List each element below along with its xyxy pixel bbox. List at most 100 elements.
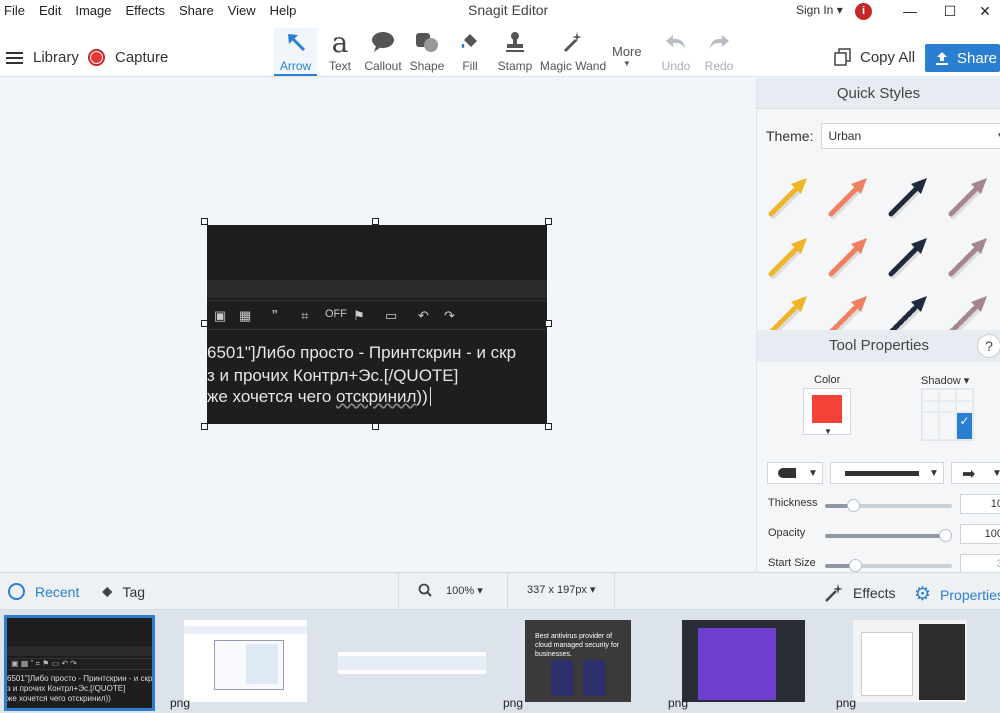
share-button[interactable]: Share	[925, 44, 1000, 72]
shadow-cell[interactable]	[922, 400, 939, 413]
tool-magic-wand[interactable]: Magic Wand	[538, 28, 608, 76]
opacity-slider[interactable]	[825, 529, 952, 542]
tool-callout[interactable]: Callout	[362, 28, 404, 76]
dimensions-control[interactable]: 337 x 197px ▾	[527, 583, 596, 596]
shadow-cell[interactable]	[939, 412, 956, 440]
arrow-start-style-dropdown[interactable]: ▼	[767, 462, 823, 484]
quick-style-arrow[interactable]	[945, 234, 995, 284]
resize-handle[interactable]	[545, 423, 552, 430]
tray-thumbnail[interactable]	[682, 620, 805, 702]
slider-knob[interactable]	[939, 529, 952, 542]
quick-style-arrow[interactable]	[765, 234, 815, 284]
tool-shape[interactable]: Shape	[407, 28, 447, 76]
shadow-cell[interactable]	[922, 389, 939, 401]
shadow-cell[interactable]	[939, 400, 956, 413]
theme-label: Theme:	[766, 128, 814, 144]
resize-handle[interactable]	[201, 218, 208, 225]
slider-knob[interactable]	[847, 499, 860, 512]
menu-share[interactable]: Share	[179, 3, 214, 18]
menu-effects[interactable]: Effects	[126, 3, 166, 18]
shadow-direction-grid[interactable]: ✓	[921, 388, 974, 441]
shadow-cell[interactable]	[956, 400, 973, 413]
share-label: Share	[957, 49, 998, 67]
image-band	[207, 280, 547, 298]
tray-thumbnail[interactable]	[338, 652, 486, 674]
menu-help[interactable]: Help	[270, 3, 297, 18]
resize-handle[interactable]	[545, 218, 552, 225]
tool-label: Callout	[364, 59, 402, 73]
quick-style-arrow[interactable]	[825, 174, 875, 224]
quick-style-arrow[interactable]	[945, 174, 995, 224]
quick-style-arrow[interactable]	[765, 174, 815, 224]
arrow-head-icon: ➡	[962, 466, 976, 483]
thumb-text: з и прочих Контрл+Эс.[/QUOTE]	[7, 684, 126, 693]
thumb-sidebar	[919, 624, 965, 700]
check-icon[interactable]: ✓	[956, 412, 973, 440]
menu-image[interactable]: Image	[75, 3, 111, 18]
properties-label: Properties	[940, 586, 1000, 603]
effects-button[interactable]: Effects	[824, 583, 896, 603]
tray-thumbnail[interactable]: Best antivirus provider of cloud managed…	[525, 620, 631, 702]
more-button[interactable]: More ▼	[612, 44, 642, 68]
zoom-control[interactable]: 100% ▾	[418, 583, 483, 597]
slider-knob[interactable]	[849, 559, 862, 572]
redo-button[interactable]: Redo	[700, 28, 738, 76]
capture-button[interactable]: Capture	[88, 49, 168, 66]
quick-style-arrow[interactable]	[885, 234, 935, 284]
start-size-input[interactable]: 3	[960, 554, 1000, 572]
thumb-card	[551, 660, 573, 696]
copy-all-button[interactable]: Copy All	[834, 48, 915, 66]
undo-icon: ↶	[418, 308, 429, 323]
redo-icon	[700, 28, 738, 56]
resize-handle[interactable]	[201, 423, 208, 430]
properties-panel: Quick Styles Theme: Urban ▼ Tool Propert…	[756, 78, 1000, 572]
start-size-slider[interactable]	[825, 559, 952, 572]
tool-text[interactable]: a Text	[322, 26, 358, 76]
tray-thumbnail-selected[interactable]: ▣ ▦ ” ⌗ ⚑ ▭ ↶ ↷ 6501"]Либо просто - Прин…	[4, 615, 155, 711]
quick-style-arrow[interactable]	[885, 174, 935, 224]
help-button[interactable]: ?	[977, 334, 1000, 358]
menu-view[interactable]: View	[228, 3, 256, 18]
resize-handle[interactable]	[545, 320, 552, 327]
shadow-label[interactable]: Shadow ▾	[921, 374, 969, 387]
resize-handle[interactable]	[372, 423, 379, 430]
library-button[interactable]: Library	[6, 49, 79, 66]
info-icon[interactable]: i	[855, 3, 872, 20]
tool-fill[interactable]: Fill	[452, 28, 488, 76]
line-style-dropdown[interactable]: ▼	[830, 462, 944, 484]
shadow-cell[interactable]	[939, 389, 956, 401]
tool-label: Stamp	[497, 59, 533, 73]
thickness-input[interactable]: 10	[960, 494, 1000, 514]
resize-handle[interactable]	[201, 320, 208, 327]
quote-icon: ”	[272, 308, 278, 325]
menu-file[interactable]: File	[4, 3, 25, 18]
captured-image[interactable]: ▣ ▦ ” ⌗ OFF ⚑ ▭ ↶ ↷ 6501"]Либо просто - …	[207, 225, 547, 424]
recent-button[interactable]: Recent	[8, 583, 79, 600]
quote-text: же хочется чего	[207, 387, 337, 406]
minimize-button[interactable]: —	[890, 0, 930, 22]
properties-button[interactable]: ⚙ Properties	[914, 583, 1000, 606]
resize-handle[interactable]	[372, 218, 379, 225]
arrow-end-style-dropdown[interactable]: ➡ ▼	[951, 462, 1000, 484]
theme-select[interactable]: Urban ▼	[821, 123, 1000, 149]
opacity-input[interactable]: 100	[960, 524, 1000, 544]
color-picker[interactable]: ▼	[803, 388, 851, 436]
tool-stamp[interactable]: Stamp	[494, 28, 536, 76]
tray-thumbnail[interactable]	[184, 620, 307, 702]
tag-button[interactable]: ⬥ Tag	[102, 583, 145, 600]
shadow-cell[interactable]	[922, 412, 939, 440]
divider	[507, 573, 508, 611]
format-label: png	[503, 696, 524, 710]
undo-button[interactable]: Undo	[657, 28, 695, 76]
menu-edit[interactable]: Edit	[39, 3, 61, 18]
quick-style-arrow[interactable]	[825, 234, 875, 284]
close-button[interactable]: ✕	[965, 0, 1000, 22]
tray-thumbnail[interactable]	[853, 620, 967, 702]
thickness-slider[interactable]	[825, 499, 952, 512]
sign-in-button[interactable]: Sign In ▾	[796, 3, 843, 17]
maximize-button[interactable]: ☐	[930, 0, 970, 22]
shadow-cell[interactable]	[956, 389, 973, 401]
undo-label: Undo	[661, 59, 691, 73]
tool-arrow[interactable]: Arrow	[274, 28, 317, 76]
quote-text-end: ))	[416, 387, 428, 406]
